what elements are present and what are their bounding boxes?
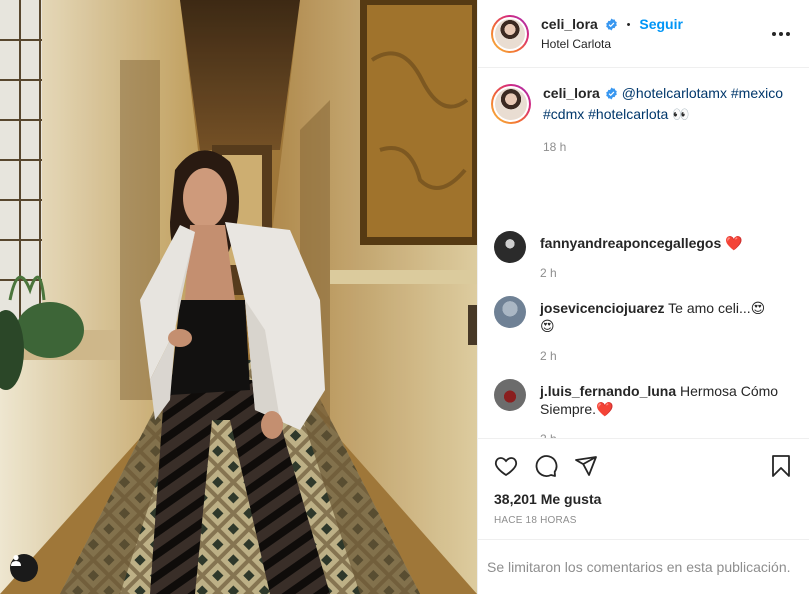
comment-item: josevicenciojuarez Te amo celi...😍😍 2 h xyxy=(491,296,793,365)
commenter-username[interactable]: j.luis_fernando_luna xyxy=(540,383,676,399)
comment-emoji: ❤️ xyxy=(725,235,743,251)
more-horizontal-icon[interactable] xyxy=(769,22,793,46)
caption-emoji: 👀 xyxy=(672,106,690,122)
post-header: celi_lora • Seguir Hotel Carlota xyxy=(478,0,809,68)
verified-badge-icon xyxy=(605,86,618,105)
hashtag-link[interactable]: #hotelcarlota xyxy=(588,106,668,122)
post-timestamp[interactable]: HACE 18 HORAS xyxy=(494,515,793,526)
caption-author-avatar[interactable] xyxy=(491,84,531,124)
hashtag-link[interactable]: #cdmx xyxy=(543,106,584,122)
share-icon[interactable] xyxy=(574,454,598,478)
comment-text: Te amo celi... xyxy=(668,300,751,316)
post-actions: 38,201 Me gusta HACE 18 HORAS xyxy=(478,438,809,539)
comments-section[interactable]: celi_lora @hotelcarlotamx #mexico #cdmx … xyxy=(478,68,809,438)
hallway-photo-illustration xyxy=(0,0,477,594)
comment-item: fannyandreaponcegallegos ❤️ 2 h xyxy=(491,231,793,282)
commenter-avatar[interactable] xyxy=(494,379,526,411)
comment-emoji: ❤️ xyxy=(596,401,614,417)
author-avatar[interactable] xyxy=(491,14,529,53)
separator-dot: • xyxy=(626,18,631,31)
caption-time[interactable]: 18 h xyxy=(543,138,793,157)
caption-username[interactable]: celi_lora xyxy=(543,85,600,101)
comment-time[interactable]: 2 h xyxy=(540,264,743,282)
hashtag-link[interactable]: #mexico xyxy=(731,85,783,101)
instagram-post: celi_lora • Seguir Hotel Carlota celi_lo… xyxy=(0,0,809,594)
comment-icon[interactable] xyxy=(534,454,558,478)
post-photo[interactable] xyxy=(0,0,477,594)
author-username[interactable]: celi_lora xyxy=(541,16,598,32)
comment-time[interactable]: 2 h xyxy=(540,430,779,438)
commenter-avatar[interactable] xyxy=(494,296,526,328)
commenter-username[interactable]: josevicenciojuarez xyxy=(540,300,665,316)
post-sidebar: celi_lora • Seguir Hotel Carlota celi_lo… xyxy=(477,0,809,594)
post-location[interactable]: Hotel Carlota xyxy=(541,35,769,53)
likes-count[interactable]: 38,201 Me gusta xyxy=(494,491,793,507)
comments-limited-notice: Se limitaron los comentarios en esta pub… xyxy=(478,539,809,594)
caption-mention-link[interactable]: @hotelcarlotamx xyxy=(622,85,727,101)
comment-item: j.luis_fernando_luna Hermosa Cómo Siempr… xyxy=(491,379,793,438)
heart-icon[interactable] xyxy=(494,454,518,478)
follow-button[interactable]: Seguir xyxy=(639,16,683,32)
commenter-avatar[interactable] xyxy=(494,231,526,263)
commenter-username[interactable]: fannyandreaponcegallegos xyxy=(540,235,721,251)
verified-badge-icon xyxy=(605,17,618,35)
post-caption: celi_lora @hotelcarlotamx #mexico #cdmx … xyxy=(491,84,793,157)
comment-time[interactable]: 2 h xyxy=(540,347,779,365)
tagged-user-icon[interactable] xyxy=(10,554,38,582)
bookmark-icon[interactable] xyxy=(769,454,793,478)
